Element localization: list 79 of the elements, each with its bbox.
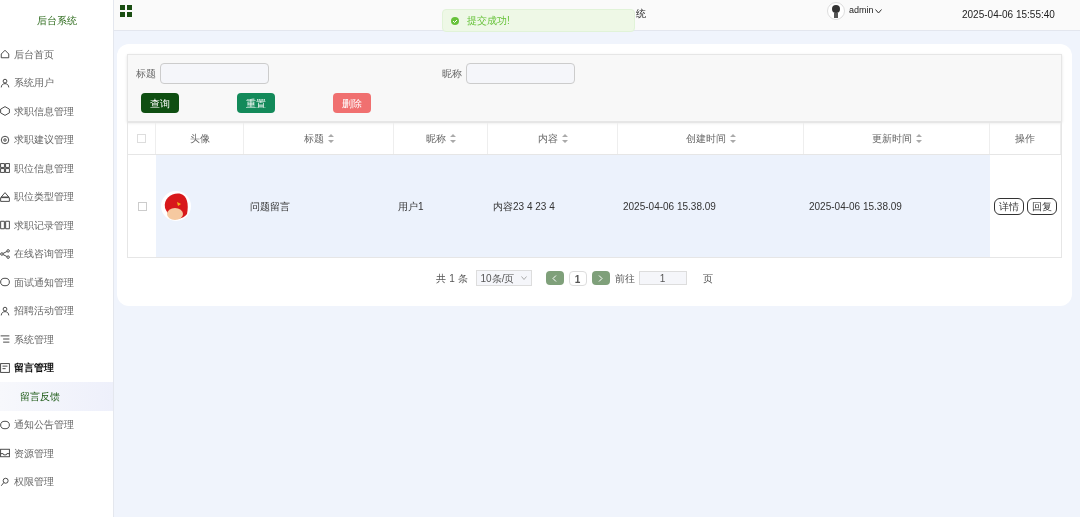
sidebar-item[interactable]: 资源管理 bbox=[0, 439, 113, 468]
search-field[interactable] bbox=[160, 63, 269, 84]
sidebar-item[interactable]: 求职信息管理 bbox=[0, 97, 113, 126]
sidebar-item[interactable]: 职位类型管理 bbox=[0, 182, 113, 211]
user-icon bbox=[0, 305, 10, 316]
avatar-image-icon bbox=[161, 190, 191, 222]
sidebar-item[interactable]: 后台首页 bbox=[0, 40, 113, 69]
chevron-down-icon bbox=[874, 8, 882, 14]
sidebar-item[interactable]: 求职建议管理 bbox=[0, 125, 113, 154]
column-header: 头像 bbox=[189, 132, 210, 146]
sidebar-title: 后台系统 bbox=[35, 13, 78, 28]
check-circle-icon bbox=[451, 16, 459, 25]
chat-icon bbox=[0, 277, 10, 288]
query-button[interactable]: 查询 bbox=[141, 93, 179, 113]
sidebar-item[interactable]: 在线咨询管理 bbox=[0, 239, 113, 268]
column-header[interactable]: 更新时间 bbox=[871, 131, 912, 146]
tray-icon bbox=[0, 191, 10, 202]
total-count: 共 1 条 bbox=[436, 271, 468, 286]
share-icon bbox=[0, 248, 10, 259]
action-button[interactable]: 回复 bbox=[1027, 197, 1057, 215]
prev-page-button[interactable] bbox=[545, 271, 564, 285]
sort-icon[interactable] bbox=[729, 134, 736, 143]
column-header[interactable]: 标题 bbox=[303, 131, 324, 146]
chat-icon bbox=[0, 419, 10, 430]
action-button[interactable]: 详情 bbox=[994, 197, 1024, 215]
sort-icon[interactable] bbox=[915, 134, 922, 143]
page-size-select[interactable]: 10条/页 bbox=[475, 270, 532, 286]
menu-grid-icon[interactable] bbox=[120, 5, 132, 17]
sort-icon[interactable] bbox=[561, 134, 568, 143]
page-unit-label: 页 bbox=[702, 271, 713, 286]
note-icon bbox=[0, 362, 10, 373]
sort-icon[interactable] bbox=[449, 134, 456, 143]
row-checkbox[interactable] bbox=[137, 201, 147, 211]
table-cell-text: 用户1 bbox=[398, 199, 424, 214]
table-cell-text: 2025-04-06 15.38.09 bbox=[623, 199, 716, 214]
user-menu[interactable]: admin bbox=[849, 4, 882, 18]
field-label: 昵称 bbox=[442, 67, 462, 81]
sidebar-subitem[interactable]: 留言反馈 bbox=[0, 382, 113, 411]
avatar-icon[interactable] bbox=[827, 2, 845, 20]
table-cell-text: 2025-04-06 15.38.09 bbox=[809, 199, 902, 214]
user-icon bbox=[0, 77, 10, 88]
select-all-checkbox[interactable] bbox=[137, 134, 146, 143]
reset-button[interactable]: 重置 bbox=[237, 93, 275, 113]
sidebar-item[interactable]: 留言管理 bbox=[0, 353, 113, 382]
goto-label: 前往 bbox=[614, 271, 635, 286]
home-icon bbox=[0, 49, 10, 60]
sidebar-item[interactable]: 职位信息管理 bbox=[0, 154, 113, 183]
column-header[interactable]: 创建时间 bbox=[685, 131, 726, 146]
page-number[interactable]: 1 bbox=[568, 270, 587, 286]
list-icon bbox=[0, 334, 10, 345]
cube-icon bbox=[0, 106, 10, 117]
search-icon bbox=[0, 476, 10, 487]
sidebar-item[interactable]: 求职记录管理 bbox=[0, 211, 113, 240]
chevron-down-icon bbox=[520, 276, 527, 280]
column-header[interactable]: 昵称 bbox=[425, 131, 446, 146]
column-header[interactable]: 内容 bbox=[537, 131, 558, 146]
search-field[interactable] bbox=[466, 63, 575, 84]
header-datetime: 2025-04-06 15:55:40 bbox=[962, 8, 1055, 22]
table-cell-text: 问题留言 bbox=[250, 199, 290, 214]
column-header: 操作 bbox=[1015, 132, 1035, 146]
table-cell-text: 内容23 4 23 4 bbox=[493, 199, 555, 214]
grid-icon bbox=[0, 163, 10, 174]
sidebar-item[interactable]: 系统用户 bbox=[0, 68, 113, 97]
next-page-button[interactable] bbox=[591, 271, 610, 285]
inbox-icon bbox=[0, 448, 10, 459]
header-title: 统 bbox=[636, 7, 646, 21]
success-toast: 提交成功! bbox=[442, 9, 635, 32]
target-icon bbox=[0, 134, 10, 145]
chevron-left-icon bbox=[552, 274, 558, 282]
sidebar-item[interactable]: 面试通知管理 bbox=[0, 268, 113, 297]
sidebar-item[interactable]: 权限管理 bbox=[0, 467, 113, 496]
field-label: 标题 bbox=[136, 67, 156, 81]
goto-page-field[interactable]: 1 bbox=[638, 271, 687, 285]
sidebar-item[interactable]: 招聘活动管理 bbox=[0, 296, 113, 325]
book-icon bbox=[0, 220, 10, 231]
sidebar-item[interactable]: 通知公告管理 bbox=[0, 410, 113, 439]
chevron-right-icon bbox=[598, 274, 604, 282]
sort-icon[interactable] bbox=[327, 134, 334, 143]
sidebar-item[interactable]: 系统管理 bbox=[0, 325, 113, 354]
